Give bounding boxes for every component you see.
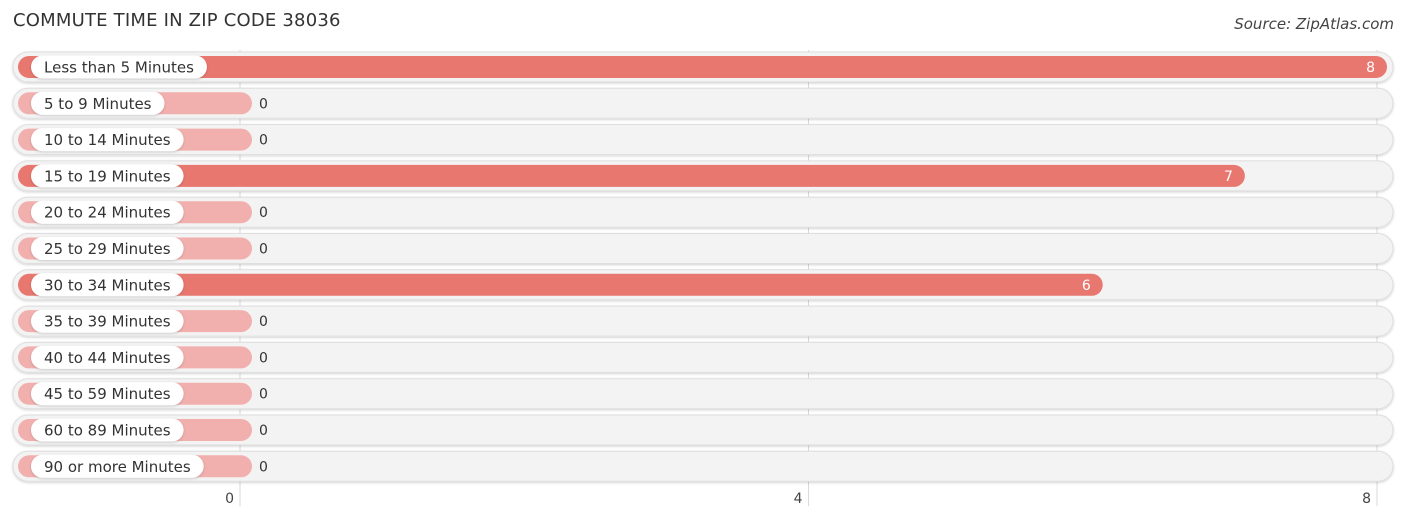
category-label: 10 to 14 Minutes	[44, 131, 171, 149]
bar	[18, 56, 1387, 78]
bar	[18, 164, 1245, 187]
bar-row: Less than 5 Minutes 8	[12, 51, 1394, 83]
value-label: 8	[1366, 60, 1375, 76]
x-tick-label: 8	[1362, 491, 1371, 507]
value-label: 0	[259, 205, 268, 221]
value-label: 0	[259, 423, 268, 439]
value-label: 0	[259, 242, 268, 258]
category-label: 5 to 9 Minutes	[44, 95, 152, 113]
bar-row: 10 to 14 Minutes 0	[12, 124, 1394, 156]
value-label: 0	[259, 387, 268, 403]
value-label: 0	[259, 314, 268, 330]
value-label: 7	[1224, 169, 1233, 185]
bar-row: 30 to 34 Minutes 6	[12, 269, 1394, 301]
x-tick-label: 4	[794, 491, 803, 507]
bar-row: 25 to 29 Minutes 0	[12, 233, 1394, 264]
category-label: 15 to 19 Minutes	[44, 167, 171, 185]
value-label: 0	[259, 96, 268, 112]
category-label: 40 to 44 Minutes	[44, 349, 171, 367]
category-label: 60 to 89 Minutes	[44, 422, 171, 440]
bar-chart: Less than 5 Minutes 85 to 9 Minutes 010 to…	[12, 50, 1394, 507]
value-label: 0	[259, 133, 268, 149]
x-tick-label: 0	[225, 491, 234, 507]
category-label: 45 to 59 Minutes	[44, 385, 171, 403]
bar-row: 35 to 39 Minutes 0	[12, 305, 1394, 337]
bar-row: 60 to 89 Minutes 0	[12, 414, 1394, 446]
value-label: 6	[1082, 278, 1091, 294]
bar-row: 90 or more Minutes 0	[12, 450, 1394, 482]
bar-row: 15 to 19 Minutes 7	[12, 160, 1394, 192]
bar-row: 5 to 9 Minutes 0	[12, 87, 1394, 119]
bar-row: 40 to 44 Minutes 0	[12, 341, 1394, 373]
category-label: 30 to 34 Minutes	[44, 276, 171, 294]
category-label: 20 to 24 Minutes	[44, 204, 171, 222]
bar-row: 20 to 24 Minutes 0	[12, 196, 1394, 228]
category-label: Less than 5 Minutes	[44, 59, 194, 77]
category-label: 25 to 29 Minutes	[44, 240, 171, 258]
category-label: 35 to 39 Minutes	[44, 313, 171, 331]
category-label: 90 or more Minutes	[44, 458, 191, 476]
value-label: 0	[259, 350, 268, 366]
bar-row: 45 to 59 Minutes 0	[12, 378, 1394, 410]
value-label: 0	[259, 459, 268, 475]
